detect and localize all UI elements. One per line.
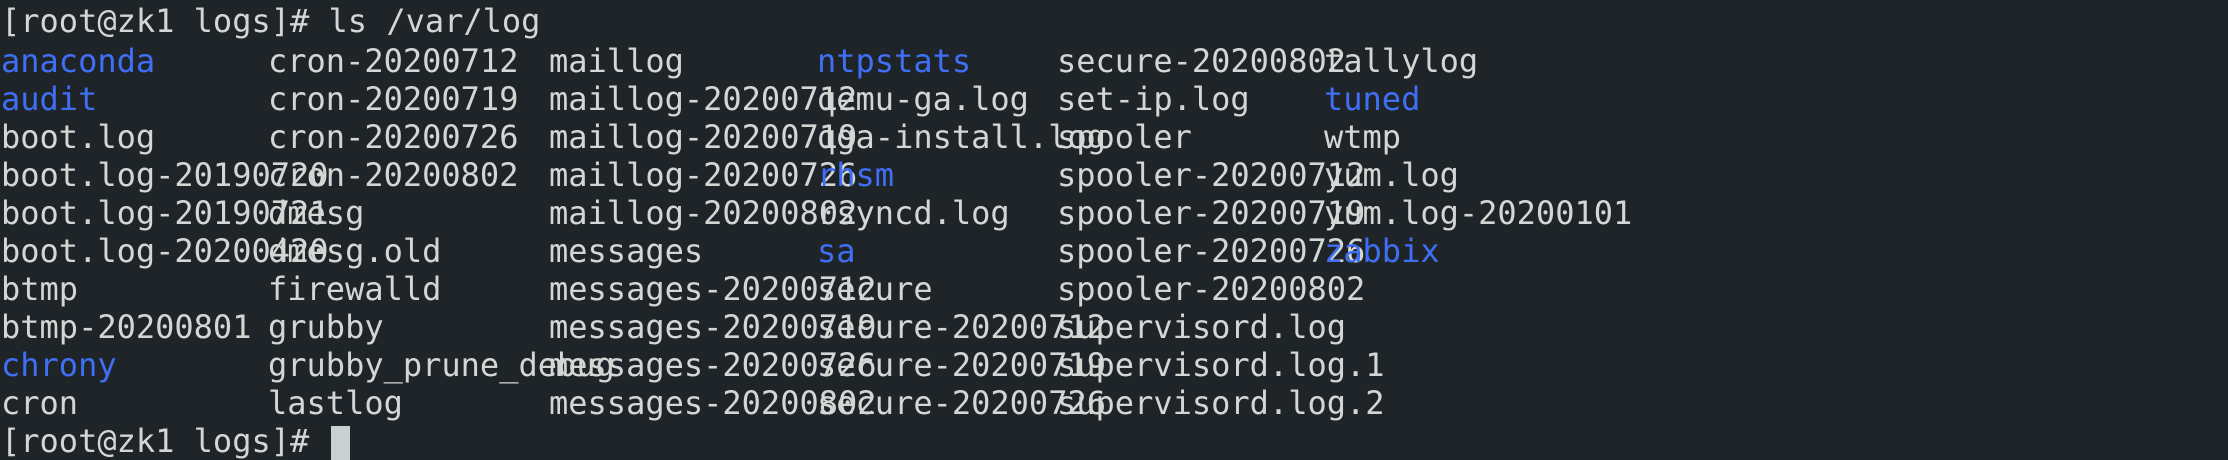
prompt-text: [root@zk1 logs]# [1,422,310,460]
file-entry: tallylog [1324,42,1479,80]
command-line: [root@zk1 logs]# ls /var/log [1,2,541,40]
listing-column-6: tallylog tuned wtmp yum.log yum.log-20200101… [1324,42,1632,270]
file-entry: supervisord.log.1 [1057,346,1385,384]
file-entry: supervisord.log [1057,308,1346,346]
terminal-window[interactable]: [root@zk1 logs]# ls /var/log anaconda aud… [0,0,2228,460]
file-entry: wtmp [1324,118,1402,156]
text-cursor [330,426,350,460]
directory-entry: tuned [1324,80,1421,118]
file-entry: yum.log [1324,156,1459,194]
prompt-line[interactable]: [root@zk1 logs]# [1,422,350,460]
file-entry: yum.log-20200101 [1324,194,1633,232]
directory-entry: zabbix [1324,232,1440,270]
file-listing: anaconda audit boot.log boot.log-20190720 bo… [0,42,2228,422]
file-entry: supervisord.log.2 [1057,384,1385,422]
file-entry: spooler-20200802 [1057,270,1366,308]
